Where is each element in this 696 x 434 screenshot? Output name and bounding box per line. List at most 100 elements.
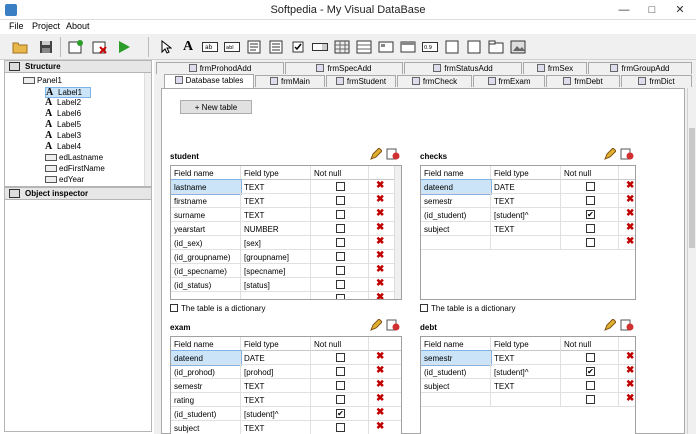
tab-frmspecadd[interactable]: frmSpecAdd — [285, 62, 403, 74]
table-row[interactable]: firstname TEXT ✖ — [171, 194, 401, 208]
delete-table-icon[interactable] — [620, 148, 634, 160]
new-table-button[interactable]: + New table — [180, 100, 252, 114]
edit-table-icon[interactable] — [604, 318, 618, 331]
tab-frmcheck[interactable]: frmCheck — [397, 75, 472, 87]
edit-tool-icon[interactable]: ab — [200, 37, 220, 57]
not-null-checkbox[interactable] — [336, 238, 345, 247]
page-tool-icon[interactable] — [464, 37, 484, 57]
panel-tool-icon[interactable] — [376, 37, 396, 57]
table-grid-student[interactable]: Field name Field type Not null lastname TEXT… — [170, 165, 402, 300]
field-name-cell[interactable]: subject — [421, 379, 491, 393]
not-null-checkbox[interactable] — [336, 210, 345, 219]
main-scrollbar[interactable] — [687, 88, 696, 434]
table-row[interactable]: ✖ — [421, 236, 635, 250]
frame-tool-icon[interactable] — [442, 37, 462, 57]
field-name-cell[interactable]: yearstart — [171, 222, 241, 236]
minimize-icon[interactable]: — — [610, 0, 638, 20]
tab-frmexam[interactable]: frmExam — [473, 75, 545, 87]
table-row[interactable]: (id_specname) [specname] ✖ — [171, 264, 401, 278]
field-name-cell[interactable]: (id_groupname) — [171, 250, 241, 264]
field-name-cell[interactable]: (id_student) — [421, 208, 491, 222]
not-null-checkbox[interactable] — [586, 238, 595, 247]
delete-field-icon[interactable]: ✖ — [626, 394, 634, 404]
not-null-checkbox[interactable] — [586, 395, 595, 404]
list-tool-icon[interactable] — [266, 37, 286, 57]
table-grid-exam[interactable]: Field name Field type Not null dateend DATE ✖… — [170, 336, 402, 434]
not-null-checkbox[interactable] — [586, 182, 595, 191]
tree-scrollbar[interactable] — [144, 73, 151, 186]
save-icon[interactable] — [36, 37, 56, 57]
field-name-cell[interactable]: (id_status) — [171, 278, 241, 292]
edit-table-icon[interactable] — [604, 147, 618, 160]
delete-field-icon[interactable]: ✖ — [376, 181, 384, 191]
field-type-cell[interactable] — [241, 292, 311, 299]
tree-node-edyear[interactable]: edYear — [45, 175, 84, 186]
spin-tool-icon[interactable]: 0.9 — [420, 37, 440, 57]
field-type-cell[interactable]: [student]^ — [241, 407, 311, 421]
scroll-thumb[interactable] — [689, 128, 695, 248]
table-row[interactable]: surname TEXT ✖ — [171, 208, 401, 222]
delete-field-icon[interactable]: ✖ — [626, 195, 634, 205]
pointer-icon[interactable] — [156, 37, 176, 57]
field-type-cell[interactable] — [491, 236, 561, 250]
tree-node-label4[interactable]: A Label4 — [45, 142, 81, 153]
delete-form-icon[interactable] — [90, 37, 110, 57]
not-null-checkbox[interactable] — [336, 224, 345, 233]
tab-frmsex[interactable]: frmSex — [523, 62, 587, 74]
run-icon[interactable] — [114, 37, 134, 57]
delete-field-icon[interactable]: ✖ — [626, 181, 634, 191]
not-null-checkbox[interactable] — [586, 196, 595, 205]
not-null-checkbox[interactable]: ✔ — [586, 367, 595, 376]
not-null-checkbox[interactable] — [336, 381, 345, 390]
delete-field-icon[interactable]: ✖ — [376, 366, 384, 376]
delete-field-icon[interactable]: ✖ — [376, 223, 384, 233]
field-type-cell[interactable]: TEXT — [491, 222, 561, 236]
table-tool-icon[interactable] — [354, 37, 374, 57]
tree-node-panel[interactable]: Panel1 — [23, 76, 62, 87]
field-type-cell[interactable]: TEXT — [241, 393, 311, 407]
tab-frmgroupadd[interactable]: frmGroupAdd — [588, 62, 692, 74]
image-tool-icon[interactable] — [508, 37, 528, 57]
delete-field-icon[interactable]: ✖ — [376, 237, 384, 247]
not-null-checkbox[interactable]: ✔ — [586, 210, 595, 219]
table-row[interactable]: semestr TEXT ✖ — [421, 194, 635, 208]
menu-about[interactable]: About — [66, 21, 90, 31]
delete-field-icon[interactable]: ✖ — [626, 380, 634, 390]
tab-frmdebt[interactable]: frmDebt — [546, 75, 620, 87]
table-row[interactable]: (id_student) [student]^ ✔ ✖ — [421, 365, 635, 379]
field-name-cell[interactable]: dateend — [171, 350, 242, 366]
checkbox-box[interactable] — [170, 304, 178, 312]
delete-field-icon[interactable]: ✖ — [376, 380, 384, 390]
dictionary-checkbox[interactable]: The table is a dictionary — [170, 304, 266, 313]
delete-table-icon[interactable] — [386, 148, 400, 160]
grid-scrollbar[interactable] — [394, 166, 401, 299]
field-type-cell[interactable]: TEXT — [241, 379, 311, 393]
not-null-checkbox[interactable] — [336, 367, 345, 376]
checkbox-box[interactable] — [420, 304, 428, 312]
field-name-cell[interactable]: rating — [171, 393, 241, 407]
delete-table-icon[interactable] — [386, 319, 400, 331]
delete-field-icon[interactable]: ✖ — [376, 394, 384, 404]
delete-table-icon[interactable] — [620, 319, 634, 331]
not-null-checkbox[interactable] — [336, 252, 345, 261]
field-type-cell[interactable]: TEXT — [241, 421, 311, 434]
close-icon[interactable]: ✕ — [666, 0, 694, 20]
field-type-cell[interactable]: [student]^ — [491, 365, 561, 379]
object-inspector[interactable] — [4, 200, 152, 432]
tab-frmdict[interactable]: frmDict — [621, 75, 692, 87]
not-null-checkbox[interactable] — [336, 294, 345, 299]
table-row[interactable]: subject TEXT ✖ — [421, 222, 635, 236]
field-type-cell[interactable]: TEXT — [241, 180, 311, 194]
field-name-cell[interactable]: (id_specname) — [171, 264, 241, 278]
table-row[interactable]: (id_student) [student]^ ✔ ✖ — [421, 208, 635, 222]
not-null-checkbox[interactable] — [336, 266, 345, 275]
field-name-cell[interactable] — [421, 393, 491, 407]
field-type-cell[interactable]: [prohod] — [241, 365, 311, 379]
delete-field-icon[interactable]: ✖ — [376, 265, 384, 275]
not-null-checkbox[interactable] — [336, 182, 345, 191]
table-row[interactable]: subject TEXT ✖ — [421, 379, 635, 393]
not-null-checkbox[interactable] — [586, 381, 595, 390]
delete-field-icon[interactable]: ✖ — [626, 223, 634, 233]
not-null-checkbox[interactable]: ✔ — [336, 409, 345, 418]
field-type-cell[interactable]: DATE — [491, 180, 561, 194]
